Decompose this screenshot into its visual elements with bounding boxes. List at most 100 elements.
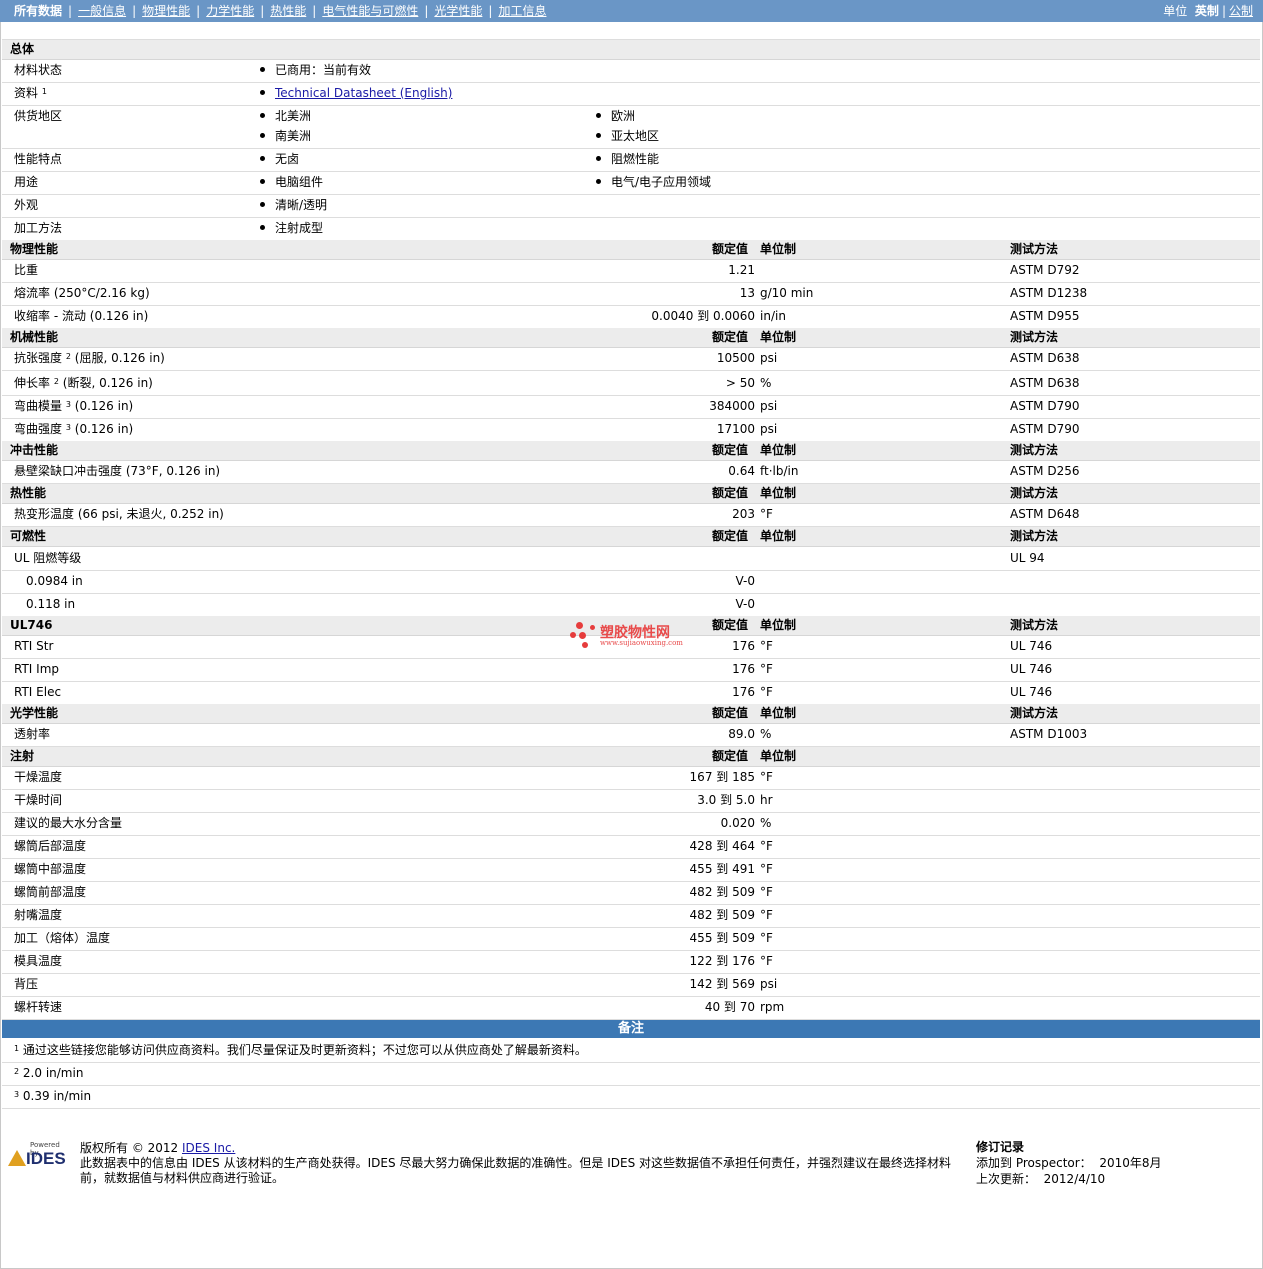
property-value: V-0: [735, 574, 755, 588]
footnote-ref[interactable]: 3: [66, 400, 71, 409]
section-title: 可燃性: [10, 529, 47, 543]
property-label: 干燥温度: [14, 766, 62, 789]
test-method: ASTM D638: [1010, 351, 1080, 365]
ides-triangle-icon: [8, 1150, 26, 1166]
nav-optical[interactable]: 光学性能: [434, 4, 482, 18]
nav-thermal[interactable]: 热性能: [270, 4, 306, 18]
col-header-value: 额定值: [712, 749, 749, 763]
footnote-ref[interactable]: 3: [66, 423, 71, 432]
property-value: 428 到 464: [689, 839, 755, 853]
updated-label: 上次更新：: [976, 1172, 1037, 1186]
note-text-cell: 2 2.0 in/min: [14, 1062, 83, 1085]
note-text: 通过这些链接您能够访问供应商资料。我们尽量保证及时更新资料；不过您可以从供应商处…: [22, 1043, 587, 1057]
section-title: 热性能: [10, 486, 47, 500]
property-value: 455 到 509: [689, 931, 755, 945]
property-name: 建议的最大水分含量: [14, 816, 123, 830]
test-method: UL 746: [1010, 685, 1053, 699]
property-condition: (0.126 in): [74, 422, 134, 436]
col-header-unit: 单位制: [760, 706, 797, 720]
revision-block: 修订记录 添加到 Prospector： 2010年8月 上次更新： 2012/…: [976, 1139, 1162, 1187]
property-value: 10500: [716, 351, 755, 365]
property-unit: psi: [760, 351, 778, 365]
property-name: 螺筒中部温度: [14, 862, 87, 876]
property-value: 3.0 到 5.0: [697, 793, 755, 807]
property-value: 1.21: [728, 263, 755, 277]
test-method: ASTM D256: [1010, 464, 1080, 478]
property-value: 455 到 491: [689, 862, 755, 876]
nav-all-data[interactable]: 所有数据: [14, 4, 62, 18]
bullet-icon: [260, 156, 265, 161]
property-value: 17100: [716, 422, 755, 436]
col-header-value: 额定值: [712, 486, 749, 500]
disclaimer-text: 此数据表中的信息由 IDES 从该材料的生产商处获得。IDES 尽最大努力确保此…: [80, 1156, 952, 1185]
copyright-block: 版权所有 © 2012 IDES Inc. 此数据表中的信息由 IDES 从该材…: [80, 1141, 960, 1186]
property-name: 加工（熔体）温度: [14, 931, 111, 945]
nav-processing[interactable]: 加工信息: [498, 4, 546, 18]
property-unit: °F: [760, 662, 773, 676]
test-method: ASTM D638: [1010, 376, 1080, 390]
table-row: 背压 142 到 569 psi: [2, 973, 1260, 997]
nav-general[interactable]: 一般信息: [78, 4, 126, 18]
property-label: 伸长率 2 (断裂, 0.126 in): [14, 372, 153, 395]
table-row: 弯曲模量 3 (0.126 in) 384000 psi ASTM D790: [2, 395, 1260, 419]
property-value: 482 到 509: [689, 885, 755, 899]
unit-english[interactable]: 英制: [1195, 4, 1219, 18]
row-status: 材料状态 已商用：当前有效: [2, 59, 1260, 83]
col-header-value: 额定值: [712, 330, 749, 344]
property-label: 螺筒后部温度: [14, 835, 86, 858]
property-label: 透射率: [14, 723, 50, 746]
section-header-general: 总体: [2, 40, 1260, 60]
col-header-unit: 单位制: [760, 486, 797, 500]
section-header-thermal: 热性能 额定值 单位制 测试方法: [2, 484, 1260, 504]
footnote-ref[interactable]: 2: [54, 377, 59, 386]
nav-physical[interactable]: 物理性能: [142, 4, 190, 18]
test-method: ASTM D792: [1010, 263, 1080, 277]
note-number: 2: [14, 1067, 20, 1076]
row-ul94: UL 阻燃等级 UL 94: [2, 546, 1260, 571]
unit-metric-link[interactable]: 公制: [1229, 4, 1253, 18]
property-name: 弯曲强度: [14, 422, 63, 436]
property-unit: °F: [760, 885, 773, 899]
property-label: RTI Imp: [14, 658, 59, 681]
table-row: 弯曲强度 3 (0.126 in) 17100 psi ASTM D790: [2, 418, 1260, 442]
test-method: ASTM D790: [1010, 422, 1080, 436]
processing-label: 加工方法: [14, 221, 63, 235]
col-header-test: 测试方法: [1010, 618, 1059, 632]
property-label: 弯曲强度 3 (0.126 in): [14, 418, 133, 441]
row-appearance: 外观 清晰/透明: [2, 194, 1260, 218]
feature-item: 阻燃性能: [596, 148, 659, 171]
ides-inc-link[interactable]: IDES Inc.: [182, 1141, 235, 1155]
col-header-test: 测试方法: [1010, 706, 1059, 720]
property-value: > 50: [725, 376, 755, 390]
thickness-label: 0.0984 in: [26, 574, 83, 588]
table-row: 收缩率 - 流动 (0.126 in) 0.0040 到 0.0060 in/in A…: [2, 305, 1260, 329]
property-value: 176: [732, 662, 755, 676]
property-label: RTI Str: [14, 635, 53, 658]
use-item: 电气/电子应用领域: [596, 171, 711, 194]
section-title: 机械性能: [10, 330, 59, 344]
units-label: 单位: [1163, 4, 1188, 18]
technical-datasheet-link[interactable]: Technical Datasheet (English): [275, 86, 452, 100]
property-condition: (0.126 in): [89, 309, 149, 323]
footnote-ref[interactable]: 1: [42, 87, 47, 96]
nav-electrical[interactable]: 电气性能与可燃性: [322, 4, 418, 18]
property-name: 背压: [14, 977, 39, 991]
property-label: 加工（熔体）温度: [14, 927, 110, 950]
col-header-test: 测试方法: [1010, 529, 1059, 543]
col-header-value: 额定值: [712, 242, 749, 256]
test-method: UL 746: [1010, 639, 1053, 653]
ides-logo[interactable]: Powered by IDES: [8, 1141, 70, 1173]
watermark-url: www.sujiaowuxing.com: [600, 639, 683, 647]
property-label: 螺杆转速: [14, 996, 62, 1019]
property-unit: °F: [760, 954, 773, 968]
nav-mechanical[interactable]: 力学性能: [206, 4, 254, 18]
property-unit: in/in: [760, 309, 786, 323]
section-nav: 所有数据 | 一般信息 | 物理性能 | 力学性能 | 热性能 | 电气性能与可燃性 | 光学性能 | 加工…: [14, 4, 547, 18]
property-unit: %: [760, 727, 772, 741]
section-title: 物理性能: [10, 242, 59, 256]
table-row: 螺筒前部温度 482 到 509 °F: [2, 881, 1260, 905]
bullet-icon: [260, 90, 265, 95]
property-label: 收缩率 - 流动 (0.126 in): [14, 305, 148, 328]
table-row: 悬壁梁缺口冲击强度 (73°F, 0.126 in) 0.64 ft·lb/in AS…: [2, 460, 1260, 484]
footnote-ref[interactable]: 2: [66, 352, 71, 361]
